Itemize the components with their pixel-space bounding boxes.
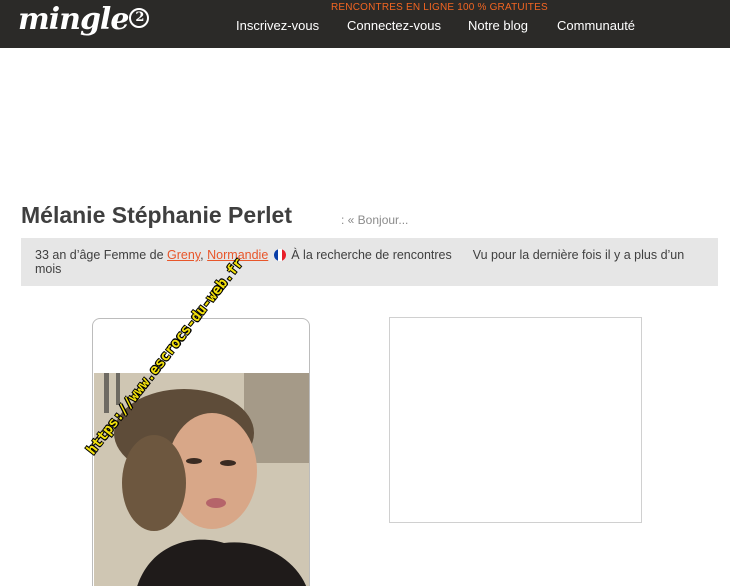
nav-community-link[interactable]: Communauté [557, 18, 635, 33]
profile-photo-card[interactable] [92, 318, 310, 586]
ad-placeholder-box [389, 317, 642, 523]
nav-login-link[interactable]: Connectez-vous [347, 18, 441, 33]
profile-info-bar: 33 an d’âge Femme de Greny, Normandie À … [21, 238, 718, 286]
nav-signup-link[interactable]: Inscrivez-vous [236, 18, 319, 33]
city-link[interactable]: Greny [167, 248, 200, 262]
profile-name: Mélanie Stéphanie Perlet [21, 202, 292, 228]
main-nav: Inscrivez-vous Connectez-vous Notre blog… [0, 18, 730, 34]
profile-age-gender: 33 an d’âge Femme de [35, 248, 164, 262]
profile-headline: : « Bonjour... [341, 213, 409, 227]
top-navigation-bar: mingle 2 RENCONTRES EN LIGNE 100 % GRATUI… [0, 0, 730, 48]
profile-looking-for: À la recherche de rencontres [291, 248, 452, 262]
profile-info-text: 33 an d’âge Femme de Greny, Normandie À … [35, 248, 705, 276]
info-separator: , [200, 248, 204, 262]
site-tagline: RENCONTRES EN LIGNE 100 % GRATUITES [331, 2, 548, 13]
france-flag-icon [273, 249, 286, 261]
nav-blog-link[interactable]: Notre blog [468, 18, 528, 33]
